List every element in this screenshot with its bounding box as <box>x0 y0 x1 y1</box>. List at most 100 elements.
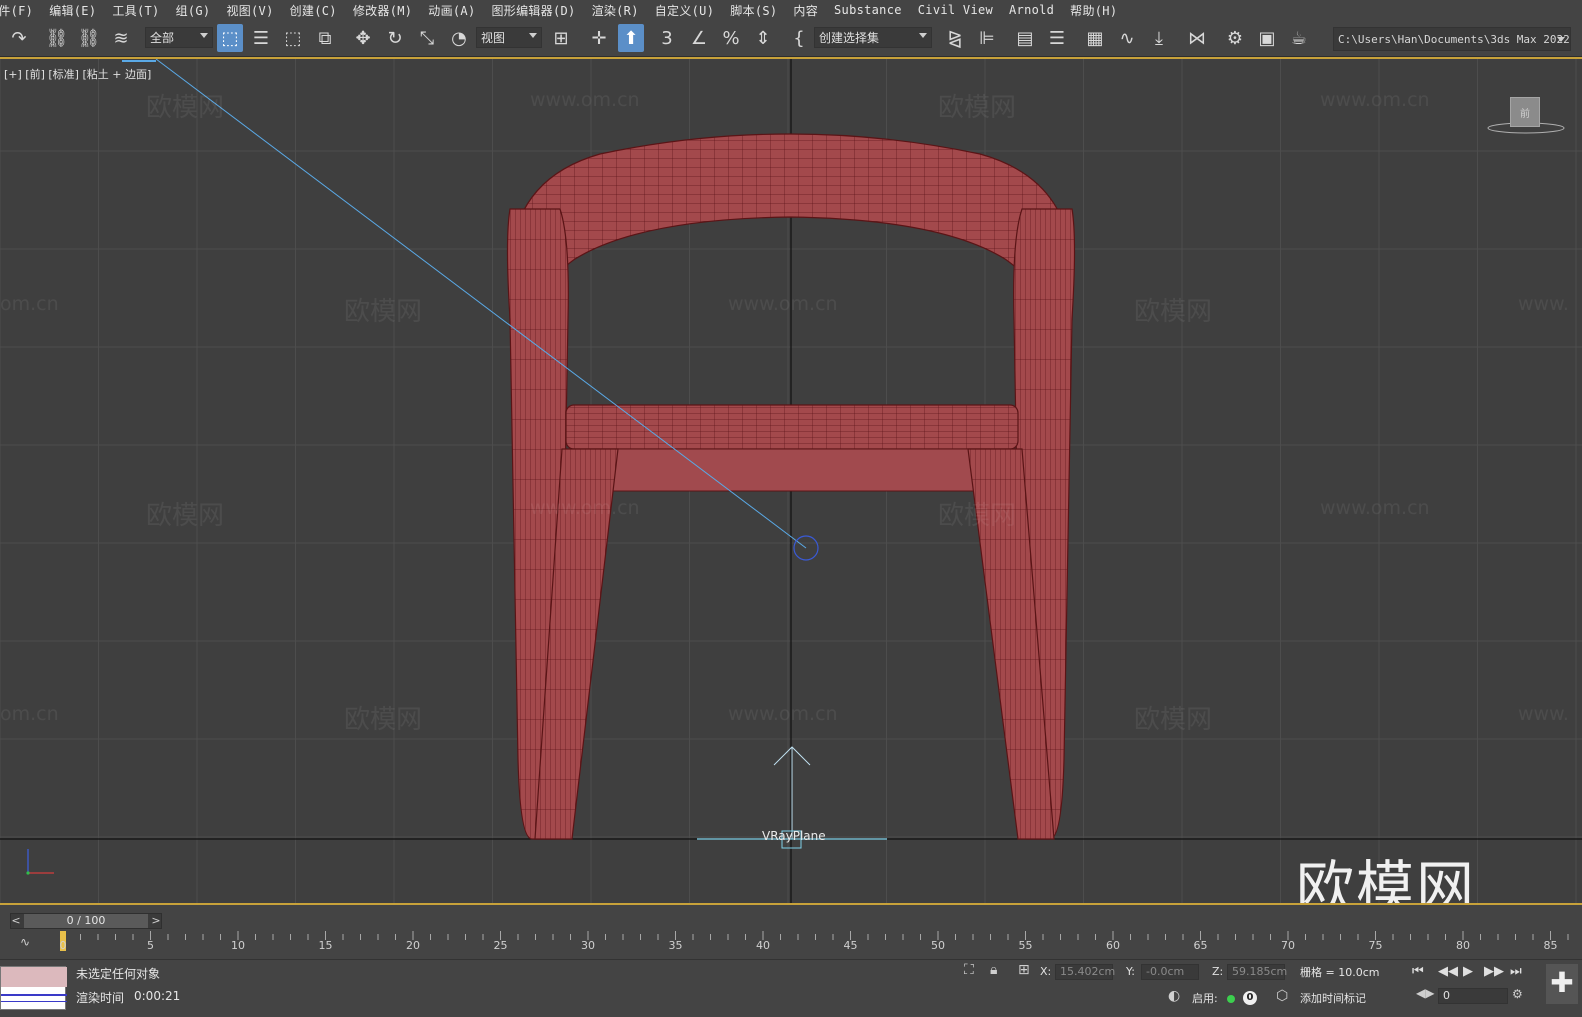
prev-frame-button[interactable]: < <box>10 914 22 928</box>
watermark: www.om.cn <box>530 89 640 111</box>
x-coord-field[interactable]: 15.402cm <box>1055 964 1115 980</box>
unlink-icon[interactable]: ⛓ <box>76 24 102 52</box>
select-by-name-icon[interactable]: ☰ <box>248 24 274 52</box>
timeline-tick-label: 10 <box>231 939 245 952</box>
percent-snap-icon[interactable]: % <box>718 24 744 52</box>
watermark: om.cn <box>0 293 59 315</box>
layer-explorer-icon[interactable]: ☰ <box>1044 24 1070 52</box>
absolute-mode-icon[interactable]: ⊞ <box>1018 962 1030 978</box>
menu-item[interactable]: 动画(A) <box>420 2 483 19</box>
align-icon[interactable]: ⊫ <box>974 24 1000 52</box>
menu-item[interactable]: 自定义(U) <box>647 2 722 19</box>
watermark: 欧模网 <box>938 93 1017 123</box>
timeline-tick-label: 20 <box>406 939 420 952</box>
menu-item[interactable]: 修改器(M) <box>345 2 420 19</box>
selection-lock-icon[interactable]: ⬆ <box>618 24 644 52</box>
selection-filter-dropdown[interactable]: 全部 <box>145 27 213 48</box>
menu-item[interactable]: Substance <box>826 3 910 17</box>
link-icon[interactable]: ⛓ <box>44 24 70 52</box>
menu-item[interactable]: 帮助(H) <box>1062 2 1125 19</box>
viewport-label[interactable]: [+] [前] [标准] [粘土 + 边面] <box>4 66 151 82</box>
vray-plane-label: VRayPlane <box>762 829 826 843</box>
snap-3d-icon[interactable]: 3 <box>654 24 680 52</box>
add-time-tag[interactable]: 添加时间标记 <box>1300 990 1366 1006</box>
track-bar[interactable]: 0 5 10 15 20 25 30 35 40 45 50 55 60 65 70 75 80 85 <box>60 931 1572 959</box>
spinner-snap-icon[interactable]: ⇕ <box>750 24 776 52</box>
menu-item[interactable]: 创建(C) <box>282 2 345 19</box>
play-icon[interactable]: ▶ <box>1463 964 1473 979</box>
named-selection-dropdown[interactable]: 创建选择集 <box>814 27 932 48</box>
maxscript-listener-preview[interactable] <box>0 966 67 1010</box>
watermark: www.om.cn <box>1320 497 1430 519</box>
adaptive-degradation-icon[interactable]: ◐ <box>1168 988 1180 1004</box>
current-frame-field[interactable]: 0 <box>1438 988 1508 1004</box>
bind-spacewarp-icon[interactable]: ≋ <box>108 24 134 52</box>
scene-explorer-icon[interactable]: ▤ <box>1012 24 1038 52</box>
watermark: 欧模网 <box>146 501 225 531</box>
rect-selection-icon[interactable]: ⬚ <box>280 24 306 52</box>
goto-start-icon[interactable]: ⏮ <box>1412 964 1424 979</box>
viewport-nav-icon[interactable]: ✚ <box>1546 964 1578 1004</box>
menu-item[interactable]: 组(G) <box>168 2 219 19</box>
keyboard-shortcut-icon[interactable]: ✛ <box>586 24 612 52</box>
selection-lock-toggle-icon[interactable]: 🔒︎ <box>990 962 997 978</box>
project-path-dropdown[interactable]: C:\Users\Han\Documents\3ds Max 2022 <box>1333 27 1571 51</box>
menu-item[interactable]: Civil View <box>910 3 1001 17</box>
window-crossing-icon[interactable]: ⧉ <box>312 24 338 52</box>
axis-tripod-y-icon <box>26 871 30 875</box>
scale-icon[interactable]: ⤡ <box>414 24 440 52</box>
curve-editor-icon[interactable]: ∿ <box>1114 24 1140 52</box>
watermark: om.cn <box>0 703 59 725</box>
timeline-tick-label: 80 <box>1456 939 1470 952</box>
schematic-view-icon[interactable]: ⋈ <box>1184 24 1210 52</box>
time-slider[interactable]: 0 / 100 <box>24 914 148 928</box>
viewport-canvas[interactable] <box>0 59 1582 903</box>
menu-item[interactable]: Arnold <box>1001 3 1062 17</box>
menu-item[interactable]: 工具(T) <box>104 2 167 19</box>
watermark: 欧模网 <box>938 501 1017 531</box>
render-time-label: 渲染时间 <box>76 991 125 1005</box>
render-setup-icon[interactable]: ⚙ <box>1222 24 1248 52</box>
chair-seat <box>565 404 1019 450</box>
redo-icon[interactable]: ↷ <box>6 24 32 52</box>
menu-item[interactable]: 渲染(R) <box>584 2 647 19</box>
rendered-frame-icon[interactable]: ▣ <box>1254 24 1280 52</box>
menu-item[interactable]: 脚本(S) <box>722 2 785 19</box>
front-viewport[interactable]: 欧模网 www.om.cn 欧模网 www.om.cn om.cn 欧模网 ww… <box>0 57 1582 905</box>
move-icon[interactable]: ✥ <box>350 24 376 52</box>
select-place-icon[interactable]: ◔ <box>446 24 472 52</box>
next-key-icon[interactable]: ▶▶ <box>1484 964 1504 979</box>
render-time-value: 0:00:21 <box>134 989 181 1003</box>
goto-end-icon[interactable]: ⏭ <box>1510 964 1522 979</box>
y-coord-field[interactable]: -0.0cm <box>1141 964 1199 980</box>
isolate-selection-icon[interactable]: ⛶ <box>964 962 974 978</box>
render-icon[interactable]: ☕ <box>1286 24 1312 52</box>
watermark: www.om.cn <box>728 703 838 725</box>
menu-item[interactable]: 视图(V) <box>218 2 281 19</box>
menu-item[interactable]: 图形编辑器(D) <box>483 2 583 19</box>
next-frame-button[interactable]: > <box>150 914 162 928</box>
time-config-icon[interactable]: ⚙ <box>1512 987 1523 1001</box>
menu-item[interactable]: 内容 <box>785 2 826 19</box>
edit-named-sel-icon[interactable]: { <box>786 24 812 52</box>
brand-watermark: 欧模网 <box>1296 854 1477 905</box>
prev-key-icon[interactable]: ◀◀ <box>1438 964 1458 979</box>
viewcube[interactable]: 前 <box>1510 97 1540 127</box>
select-object-icon[interactable]: ⬚ <box>217 24 243 52</box>
time-tag-icon[interactable]: ⬡ <box>1276 988 1288 1004</box>
angle-snap-icon[interactable]: ∠ <box>686 24 712 52</box>
timeline-tick-label: 85 <box>1543 939 1558 952</box>
timeline-tick-label: 5 <box>147 939 154 952</box>
pivot-icon[interactable]: ⊞ <box>548 24 574 52</box>
rotate-icon[interactable]: ↻ <box>382 24 408 52</box>
mini-curve-editor-icon[interactable]: ∿ <box>20 935 30 949</box>
menu-item[interactable]: 编辑(E) <box>41 2 104 19</box>
mirror-icon[interactable]: ⧎ <box>942 24 968 52</box>
ref-coord-dropdown[interactable]: 视图 <box>476 27 542 48</box>
menu-item[interactable]: 文件(F) <box>0 2 41 19</box>
watermark: www.om.cn <box>530 497 640 519</box>
z-coord-field[interactable]: 59.185cm <box>1227 964 1287 980</box>
key-mode-icon[interactable]: ◀▶ <box>1416 986 1434 1000</box>
dope-sheet-icon[interactable]: ⤓ <box>1146 24 1172 52</box>
ribbon-icon[interactable]: ▦ <box>1082 24 1108 52</box>
